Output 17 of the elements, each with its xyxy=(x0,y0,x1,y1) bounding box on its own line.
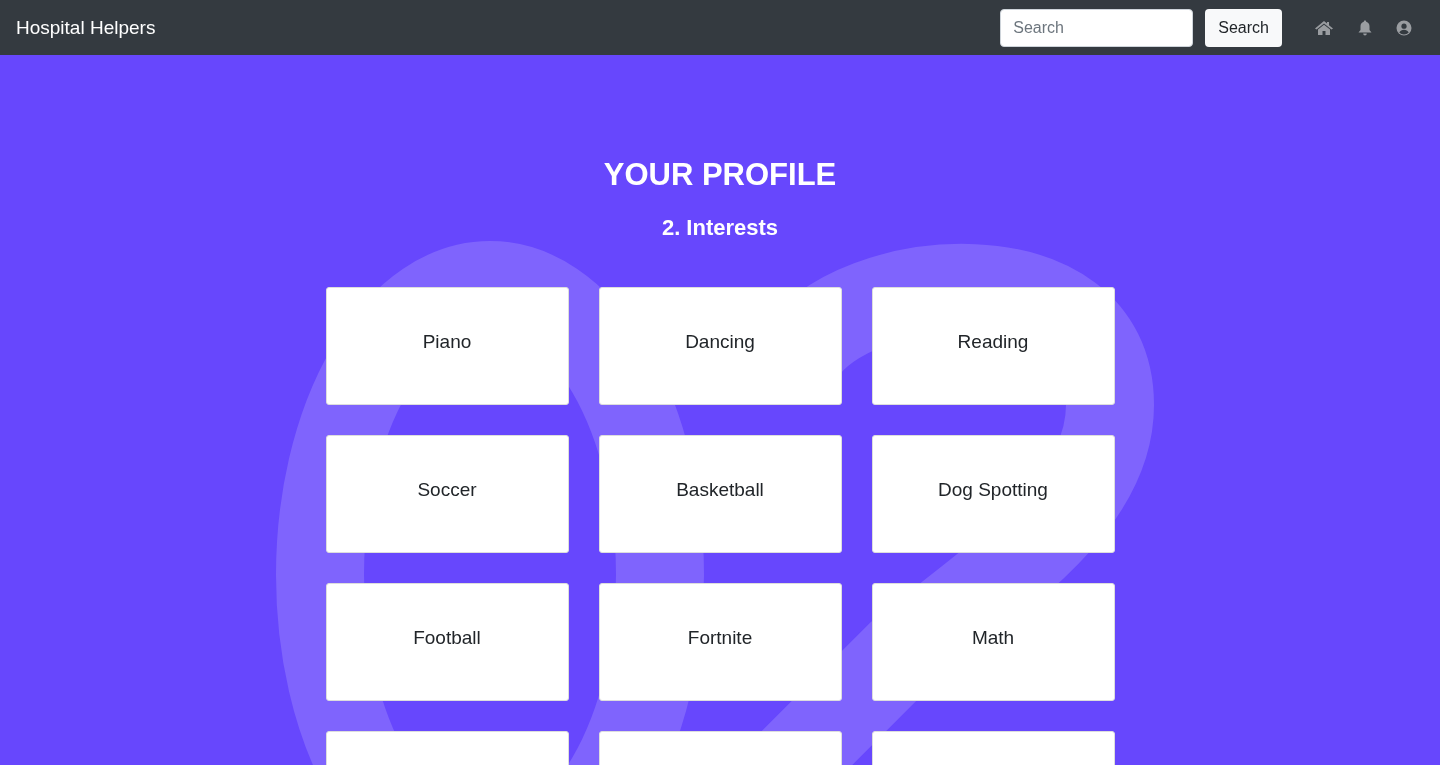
interest-card[interactable]: Soccer xyxy=(325,435,569,553)
search-field[interactable]: Search xyxy=(1000,8,1194,47)
brand-name[interactable]: Hospital Helpers xyxy=(16,16,156,39)
home-icon[interactable] xyxy=(1314,19,1334,36)
interest-card[interactable]: Basketball xyxy=(598,435,842,553)
step-title: 2. Interests xyxy=(661,215,779,241)
page-title: YOUR PROFILE xyxy=(603,157,837,193)
bell-icon[interactable] xyxy=(1358,19,1372,36)
interest-card[interactable]: Dancing xyxy=(598,287,842,405)
user-profile-icon[interactable] xyxy=(1396,19,1412,36)
search-button[interactable]: Search xyxy=(1205,8,1282,47)
interest-card[interactable]: Reading xyxy=(871,287,1115,405)
interest-card[interactable]: Piano xyxy=(325,287,569,405)
interest-card[interactable]: Dog Spotting xyxy=(871,435,1115,553)
interest-card[interactable]: Math xyxy=(871,583,1115,701)
interest-card[interactable]: Football xyxy=(325,583,569,701)
interest-card[interactable]: Fortnite xyxy=(598,583,842,701)
